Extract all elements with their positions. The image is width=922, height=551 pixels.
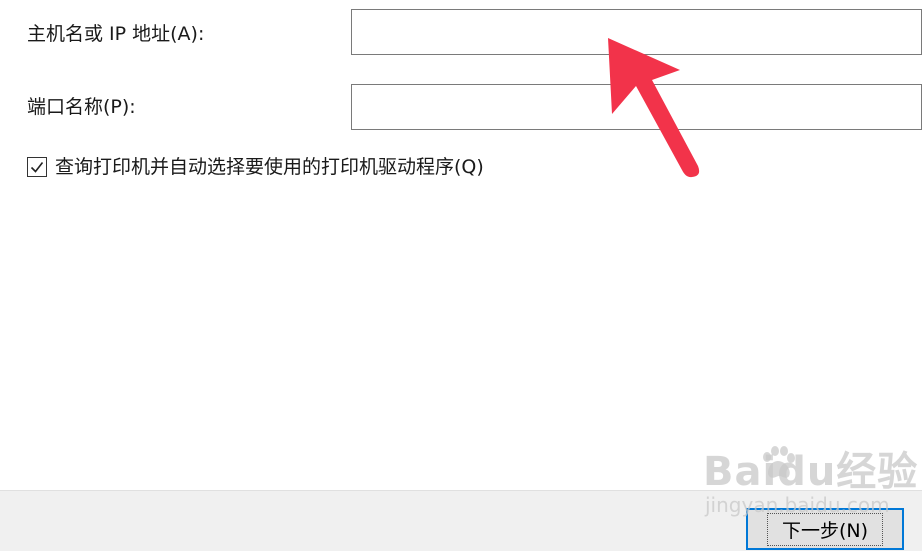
query-printer-label: 查询打印机并自动选择要使用的打印机驱动程序(Q) [55,156,484,178]
check-icon [30,162,44,173]
next-button-label: 下一步(N) [766,512,884,546]
query-printer-checkbox[interactable] [27,157,47,177]
watermark-brand: Baidu经验 [703,449,919,495]
host-label: 主机名或 IP 地址(A): [27,23,205,45]
query-printer-option[interactable]: 查询打印机并自动选择要使用的打印机驱动程序(Q) [27,154,484,180]
arrow-pointer-icon [608,38,700,178]
baidu-watermark: Baidu经验 jingyan.baidu.com [703,450,918,516]
watermark-site: jingyan.baidu.com [705,493,890,517]
port-label: 端口名称(P): [27,96,136,118]
